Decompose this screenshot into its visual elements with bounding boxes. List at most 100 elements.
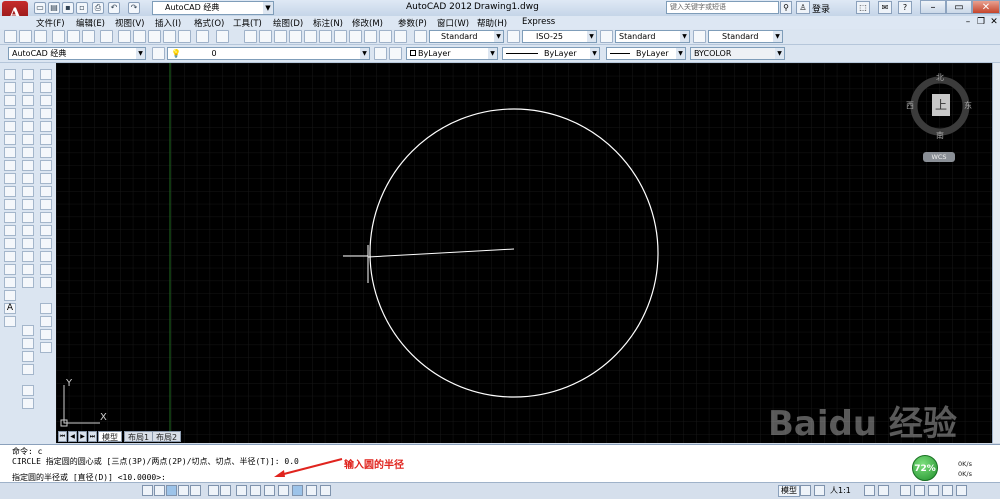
viewcube-top-face[interactable]: 上	[932, 94, 950, 116]
table-style-icon[interactable]	[600, 30, 613, 43]
redo-icon[interactable]	[216, 30, 229, 43]
model-space-button[interactable]: 模型	[778, 485, 800, 497]
quickcalc-icon[interactable]	[379, 30, 392, 43]
3d-object-snap-icon[interactable]	[220, 485, 231, 496]
make-block-icon[interactable]	[4, 225, 16, 236]
draworder-icon[interactable]	[22, 385, 34, 396]
bring-front-icon[interactable]	[22, 398, 34, 409]
snap-quadrant-icon[interactable]	[40, 173, 52, 184]
quick-properties-icon[interactable]	[306, 485, 317, 496]
offset-icon[interactable]	[22, 108, 34, 119]
design-center-icon[interactable]	[319, 30, 332, 43]
snap-nearest-icon[interactable]	[40, 251, 52, 262]
snap-none-icon[interactable]	[40, 264, 52, 275]
fillet-icon[interactable]	[22, 264, 34, 275]
dim-linear-icon[interactable]	[40, 303, 52, 314]
add-selected-icon[interactable]	[4, 316, 16, 327]
circle-icon[interactable]	[4, 147, 16, 158]
menu-view[interactable]: 视图(V)	[115, 17, 144, 29]
plotstyle-select[interactable]: BYCOLOR ▼	[690, 47, 785, 60]
erase-icon[interactable]	[22, 69, 34, 80]
object-snap-tracking-icon[interactable]	[236, 485, 247, 496]
menu-format[interactable]: 格式(O)	[194, 17, 224, 29]
color-select[interactable]: ByLayer ▼	[406, 47, 498, 60]
viewcube[interactable]: 北 南 东 西 上	[906, 72, 972, 141]
menu-dimension[interactable]: 标注(N)	[313, 17, 343, 29]
workspace-select[interactable]: AutoCAD 经典 ▼	[8, 47, 146, 60]
vertical-scrollbar[interactable]	[992, 63, 1000, 443]
layer-isolate-icon[interactable]	[22, 338, 34, 349]
next-tab-icon[interactable]: ▶	[78, 431, 87, 442]
snap-node-icon[interactable]	[40, 238, 52, 249]
break-icon[interactable]	[22, 225, 34, 236]
first-tab-icon[interactable]: ⏮	[58, 431, 67, 442]
quick-view-layouts-icon[interactable]	[800, 485, 811, 496]
osnap-settings-icon[interactable]	[40, 277, 52, 288]
stretch-icon[interactable]	[22, 173, 34, 184]
menu-insert[interactable]: 插入(I)	[155, 17, 181, 29]
quick-view-drawings-icon[interactable]	[814, 485, 825, 496]
tool-palettes-icon[interactable]	[334, 30, 347, 43]
chamfer-icon[interactable]	[22, 251, 34, 262]
qnew-icon[interactable]	[4, 30, 17, 43]
doc-minimize-icon[interactable]: –	[962, 16, 974, 28]
hardware-acceleration-icon[interactable]	[928, 485, 939, 496]
login-button[interactable]: 登录	[812, 2, 830, 15]
drawing-canvas[interactable]: Y X	[56, 63, 992, 443]
multileader-style-icon[interactable]	[693, 30, 706, 43]
dynamic-ucs-icon[interactable]	[250, 485, 261, 496]
markup-icon[interactable]	[364, 30, 377, 43]
line-icon[interactable]	[4, 69, 16, 80]
close-button[interactable]: ✕	[972, 0, 1000, 14]
zoom-realtime-icon[interactable]	[259, 30, 272, 43]
text-style-select[interactable]: Standard ▼	[429, 30, 504, 43]
ortho-mode-icon[interactable]	[178, 485, 189, 496]
snap-perpendicular-icon[interactable]	[40, 199, 52, 210]
menu-edit[interactable]: 编辑(E)	[76, 17, 105, 29]
snap-extension-icon[interactable]	[40, 147, 52, 158]
snap-from-icon[interactable]	[40, 82, 52, 93]
undo-icon[interactable]	[196, 30, 209, 43]
communication-icon[interactable]: ✉	[878, 1, 892, 14]
redo-icon[interactable]: ↷	[128, 2, 140, 14]
dynamic-input-icon[interactable]	[264, 485, 275, 496]
polyline-icon[interactable]	[4, 95, 16, 106]
extend-icon[interactable]	[22, 199, 34, 210]
snap-midpoint-icon[interactable]	[40, 108, 52, 119]
hatch-icon[interactable]	[4, 251, 16, 262]
qat-more-icon[interactable]: ▾	[266, 1, 274, 15]
viewcube-north[interactable]: 北	[936, 72, 944, 83]
prev-tab-icon[interactable]: ◀	[68, 431, 77, 442]
minimize-button[interactable]: –	[920, 0, 946, 14]
ellipse-arc-icon[interactable]	[4, 199, 16, 210]
lock-ui-icon[interactable]	[914, 485, 925, 496]
gradient-icon[interactable]	[4, 264, 16, 275]
make-current-layer-icon[interactable]	[374, 47, 387, 60]
menu-tools[interactable]: 工具(T)	[233, 17, 262, 29]
viewcube-south[interactable]: 南	[936, 130, 944, 141]
table-style-select[interactable]: Standard ▼	[615, 30, 690, 43]
annotation-visibility-icon[interactable]	[864, 485, 875, 496]
tab-layout1[interactable]: 布局1	[124, 431, 154, 442]
infer-constraints-icon[interactable]	[142, 485, 153, 496]
snap-temporary-icon[interactable]	[40, 69, 52, 80]
trim-icon[interactable]	[22, 186, 34, 197]
snap-apparent-icon[interactable]	[40, 134, 52, 145]
doc-restore-icon[interactable]: ❐	[975, 16, 987, 28]
copy-object-icon[interactable]	[22, 82, 34, 93]
tab-layout2[interactable]: 布局2	[152, 431, 182, 442]
arc-icon[interactable]	[4, 134, 16, 145]
rotate-icon[interactable]	[22, 147, 34, 158]
insert-block-icon[interactable]	[4, 212, 16, 223]
tab-model[interactable]: 模型	[98, 431, 122, 442]
sheetset-icon[interactable]	[349, 30, 362, 43]
region-icon[interactable]	[4, 277, 16, 288]
snap-center-icon[interactable]	[40, 160, 52, 171]
save-as-icon[interactable]: ▫	[76, 2, 88, 14]
ellipse-icon[interactable]	[4, 186, 16, 197]
save-icon[interactable]: ▪	[62, 2, 74, 14]
snap-endpoint-icon[interactable]	[40, 95, 52, 106]
plot-preview-icon[interactable]	[67, 30, 80, 43]
clean-screen-icon[interactable]	[956, 485, 967, 496]
help-icon[interactable]: ?	[898, 1, 912, 14]
